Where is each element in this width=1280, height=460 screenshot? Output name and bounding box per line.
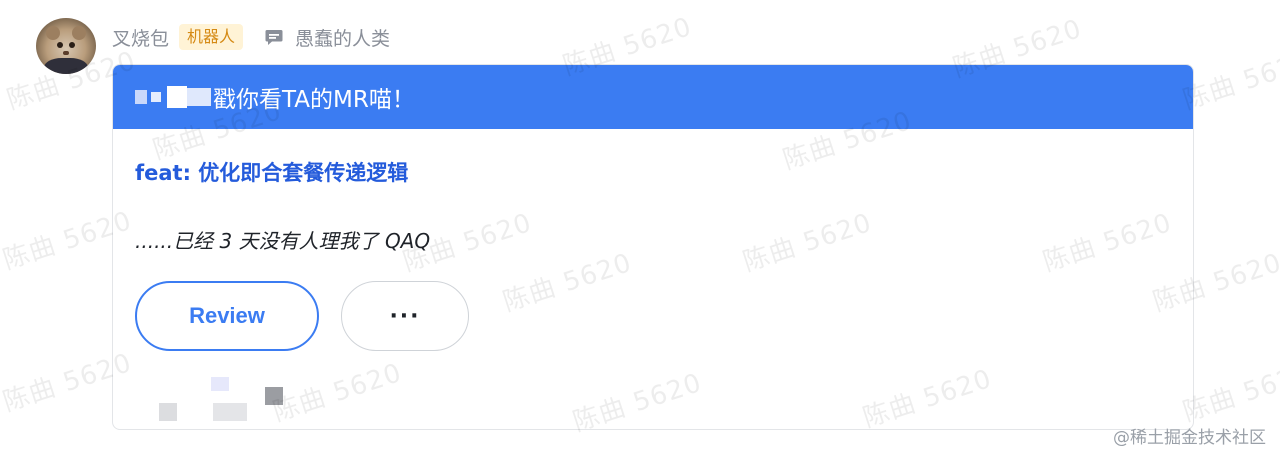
avatar-body — [44, 58, 88, 74]
card-header: 戳你看TA的MR喵！ — [113, 65, 1193, 129]
more-options-button[interactable]: ··· — [341, 281, 469, 351]
avatar-ear — [72, 26, 86, 40]
sender-name[interactable]: 叉烧包 — [112, 24, 169, 51]
avatar-nose — [63, 51, 69, 55]
mr-title-link[interactable]: feat: 优化即合套餐传递逻辑 — [135, 157, 408, 187]
reply-target[interactable]: 愚蠢的人类 — [295, 24, 390, 51]
bot-badge: 机器人 — [179, 24, 244, 50]
card-header-title: 戳你看TA的MR喵！ — [213, 87, 415, 113]
avatar-eye — [57, 42, 63, 48]
chat-bubble-icon — [263, 26, 285, 48]
site-watermark: @稀土掘金技术社区 — [1113, 428, 1266, 448]
review-button[interactable]: Review — [135, 281, 319, 351]
mr-description: ......已经 3 天没有人理我了 QAQ — [135, 229, 431, 253]
message-header: 叉烧包 机器人 愚蠢的人类 — [112, 22, 390, 52]
redacted-name — [135, 86, 213, 108]
avatar-ear — [46, 26, 60, 40]
chat-page: 叉烧包 机器人 愚蠢的人类 戳你看TA的MR喵！ feat: 优化即合套餐传递逻… — [0, 0, 1280, 460]
mr-card: 戳你看TA的MR喵！ feat: 优化即合套餐传递逻辑 ......已经 3 天… — [112, 64, 1194, 430]
avatar-eye — [69, 42, 75, 48]
avatar[interactable] — [36, 18, 96, 74]
redacted-footer — [113, 377, 1193, 429]
